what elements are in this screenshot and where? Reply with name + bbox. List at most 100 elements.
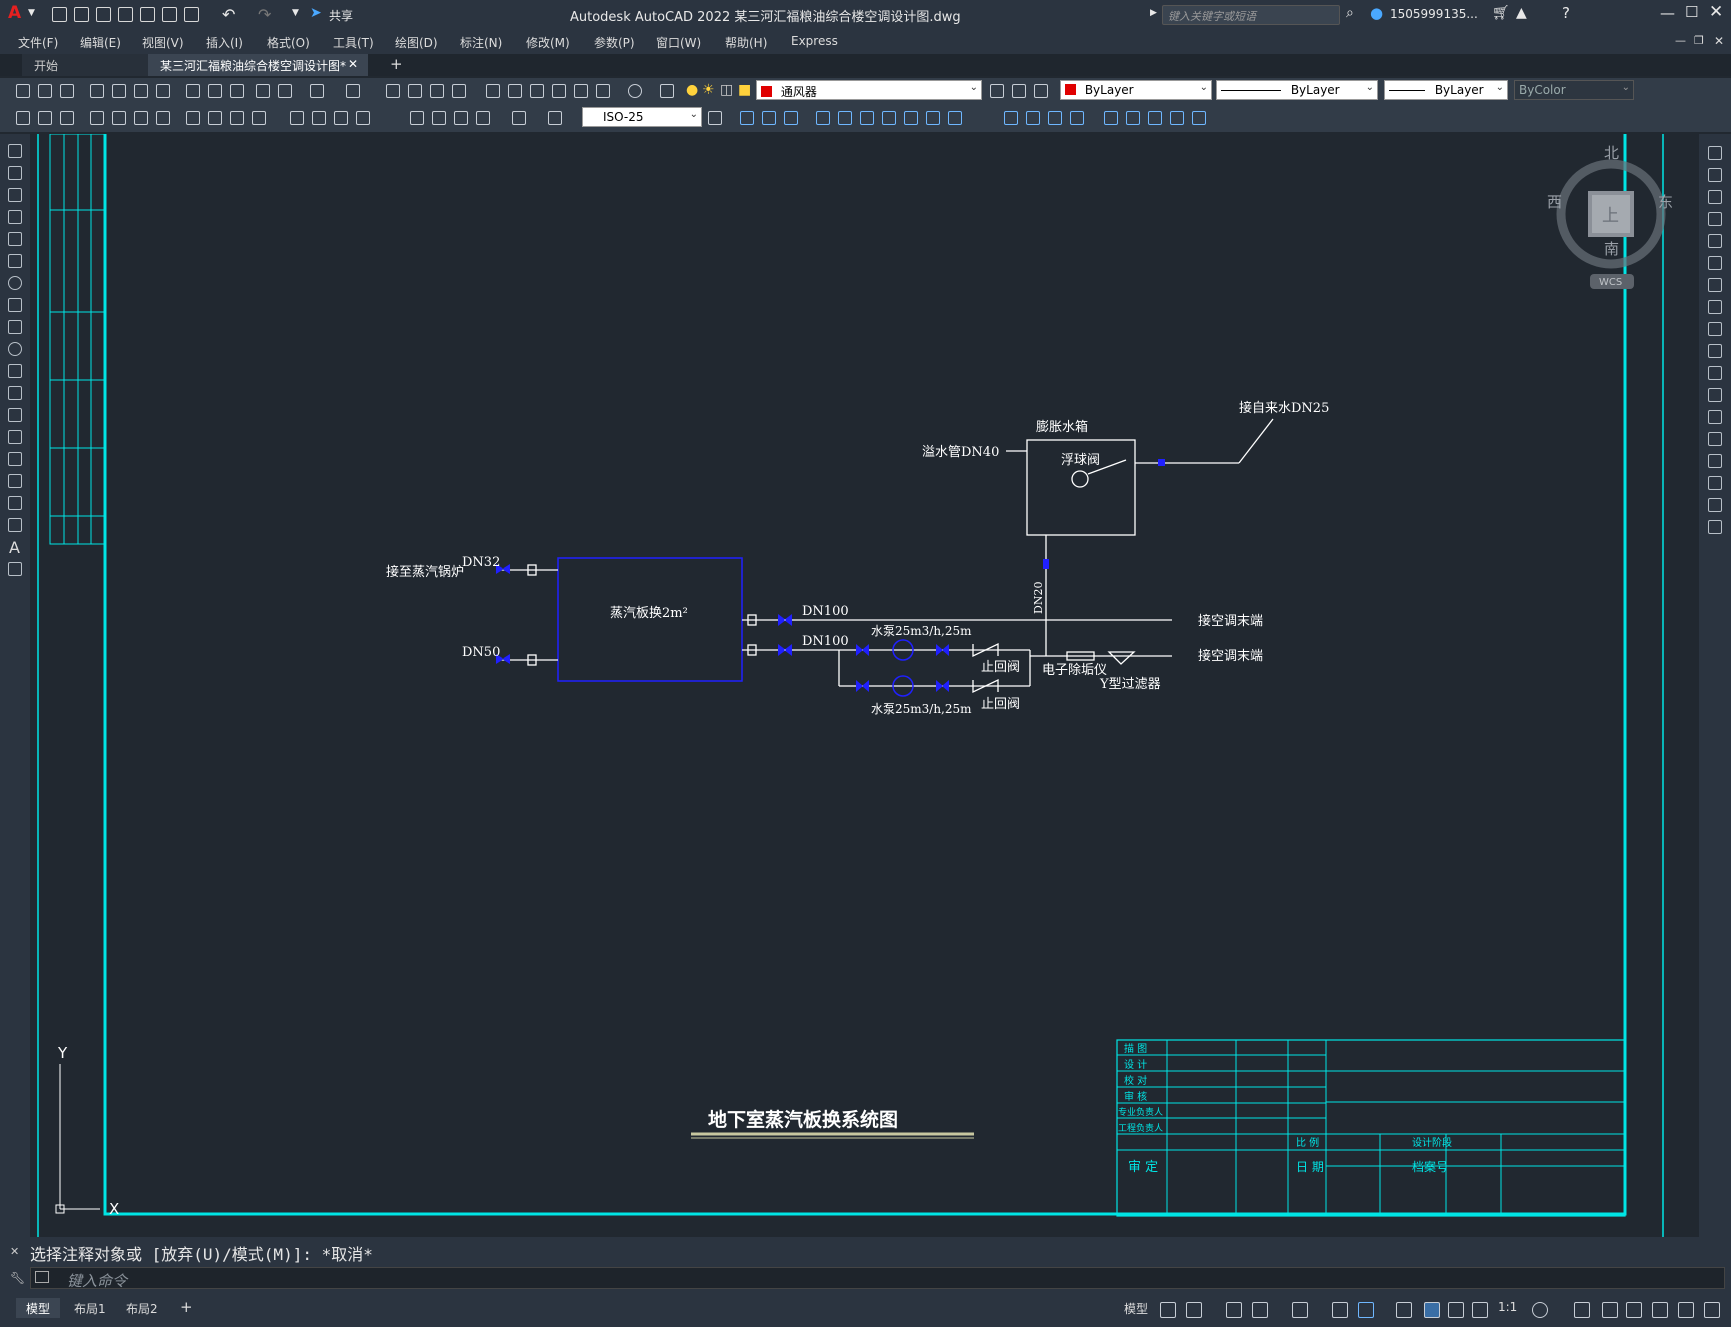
redo-icon[interactable]: ↷ <box>258 5 271 24</box>
layer-match-icon[interactable] <box>1034 84 1048 98</box>
mirror-icon[interactable] <box>762 111 776 125</box>
erase-icon[interactable] <box>1708 146 1722 160</box>
polyline-icon[interactable] <box>8 188 22 202</box>
color-dropdown[interactable]: ByLayer ⌄ <box>1060 80 1212 100</box>
viewcube[interactable] <box>1556 159 1666 289</box>
menu-icon[interactable] <box>1704 1302 1720 1318</box>
radius-icon[interactable] <box>112 111 126 125</box>
layer-state-viewport-icon[interactable]: ◫ <box>720 82 733 98</box>
copy-icon[interactable] <box>1708 168 1722 182</box>
tab-close-icon[interactable]: ✕ <box>348 57 358 71</box>
gradient-icon[interactable] <box>8 474 22 488</box>
move-icon[interactable] <box>838 111 852 125</box>
app-logo[interactable]: A <box>8 3 21 23</box>
polar-icon[interactable] <box>1252 1302 1268 1318</box>
block-editor-icon[interactable] <box>278 84 292 98</box>
offset-icon[interactable] <box>784 111 798 125</box>
explode-icon[interactable] <box>1708 520 1722 534</box>
viewcube-south[interactable]: 南 <box>1604 240 1619 258</box>
hardware-acceleration-icon[interactable] <box>1626 1302 1642 1318</box>
tool-palettes-icon[interactable] <box>530 84 544 98</box>
menu-tools[interactable]: 工具(T) <box>333 34 374 51</box>
grid-icon[interactable] <box>1160 1302 1176 1318</box>
doc-close-icon[interactable]: ✕ <box>1714 34 1724 48</box>
help-icon[interactable]: ? <box>1562 4 1570 22</box>
cut-icon[interactable] <box>186 84 200 98</box>
menu-view[interactable]: 视图(V) <box>142 34 184 51</box>
isodraft-icon[interactable] <box>1292 1302 1308 1318</box>
inspect-icon[interactable] <box>410 111 424 125</box>
linetype-dropdown[interactable]: ByLayer ⌄ <box>1216 80 1378 100</box>
spline-icon[interactable] <box>8 320 22 334</box>
3d-dwf-icon[interactable] <box>156 84 170 98</box>
auto-scale-icon[interactable] <box>1448 1302 1464 1318</box>
send-back-icon[interactable] <box>1170 111 1184 125</box>
continue-icon[interactable] <box>252 111 266 125</box>
snap-icon[interactable] <box>1186 1302 1202 1318</box>
break-at-point-icon[interactable] <box>1004 111 1018 125</box>
viewcube-north[interactable]: 北 <box>1604 144 1619 162</box>
user-icon[interactable]: ● <box>1370 4 1383 22</box>
ellipse-icon[interactable] <box>8 342 22 356</box>
lineweight-icon[interactable] <box>1396 1302 1412 1318</box>
baseline-icon[interactable] <box>230 111 244 125</box>
command-input[interactable]: 键入命令 <box>30 1267 1725 1290</box>
dim-update-icon[interactable] <box>512 111 526 125</box>
publish-icon[interactable] <box>140 7 155 22</box>
zoom-window-icon[interactable] <box>430 84 444 98</box>
bring-front-icon[interactable] <box>1148 111 1162 125</box>
layer-previous-icon[interactable] <box>1012 84 1026 98</box>
join-icon[interactable] <box>1708 432 1722 446</box>
command-settings-icon[interactable]: 🔧︎ <box>10 1271 25 1285</box>
add-layout-button[interactable]: + <box>170 1296 203 1316</box>
rotate-icon[interactable] <box>860 111 874 125</box>
zoom-realtime-icon[interactable] <box>408 84 422 98</box>
hatch-icon[interactable] <box>8 452 22 466</box>
menu-express[interactable]: Express <box>791 34 838 48</box>
annotation-scale-icon[interactable] <box>1472 1302 1488 1318</box>
construction-line-icon[interactable] <box>8 166 22 180</box>
doc-minimize-icon[interactable]: — <box>1675 34 1686 47</box>
save-icon[interactable] <box>96 7 111 22</box>
undo-icon[interactable] <box>310 84 324 98</box>
join-icon[interactable] <box>1026 111 1040 125</box>
layer-state-lock-icon[interactable]: ■ <box>738 82 751 98</box>
copy-icon[interactable] <box>208 84 222 98</box>
layout-tab-1[interactable]: 布局1 <box>64 1298 116 1318</box>
drawing-canvas[interactable]: .w{stroke:#ffffff;stroke-width:1.3;fill:… <box>36 127 1699 1239</box>
revision-cloud-icon[interactable] <box>8 298 22 312</box>
ordinate-icon[interactable] <box>90 111 104 125</box>
plotstyle-dropdown[interactable]: ByColor ⌄ <box>1514 80 1634 100</box>
share-button[interactable]: 共享 <box>329 7 353 24</box>
polygon-icon[interactable] <box>8 210 22 224</box>
calculator-icon[interactable] <box>596 84 610 98</box>
explode-icon[interactable] <box>1104 111 1118 125</box>
stretch-icon[interactable] <box>904 111 918 125</box>
add-selected-icon[interactable] <box>8 562 22 576</box>
sheet-set-icon[interactable] <box>552 84 566 98</box>
lineweight-dropdown[interactable]: ByLayer ⌄ <box>1384 80 1508 100</box>
minimize-icon[interactable]: — <box>1660 4 1675 22</box>
move-icon[interactable] <box>1708 256 1722 270</box>
dim-style-icon[interactable] <box>548 111 562 125</box>
customize-qat-icon[interactable]: ▼ <box>292 8 299 18</box>
menu-insert[interactable]: 插入(I) <box>206 34 243 51</box>
match-properties-icon[interactable] <box>256 84 270 98</box>
arc-icon[interactable] <box>8 254 22 268</box>
blend-curves-icon[interactable] <box>1708 498 1722 512</box>
rotate-icon[interactable] <box>1708 278 1722 292</box>
pan-icon[interactable] <box>386 84 400 98</box>
save-as-icon[interactable] <box>118 7 133 22</box>
text-icon[interactable]: A <box>9 538 20 557</box>
markup-icon[interactable] <box>574 84 588 98</box>
copy-obj-icon[interactable] <box>740 111 754 125</box>
menu-modify[interactable]: 修改(M) <box>526 34 570 51</box>
wcs-menu[interactable]: WCS <box>1599 277 1622 288</box>
quick-dim-icon[interactable] <box>208 111 222 125</box>
save-icon[interactable] <box>60 84 74 98</box>
new-file-icon[interactable] <box>52 7 67 22</box>
object-snap-icon[interactable] <box>1358 1302 1374 1318</box>
redo-icon[interactable] <box>346 84 360 98</box>
diameter-icon[interactable] <box>156 111 170 125</box>
array-icon[interactable] <box>1708 234 1722 248</box>
